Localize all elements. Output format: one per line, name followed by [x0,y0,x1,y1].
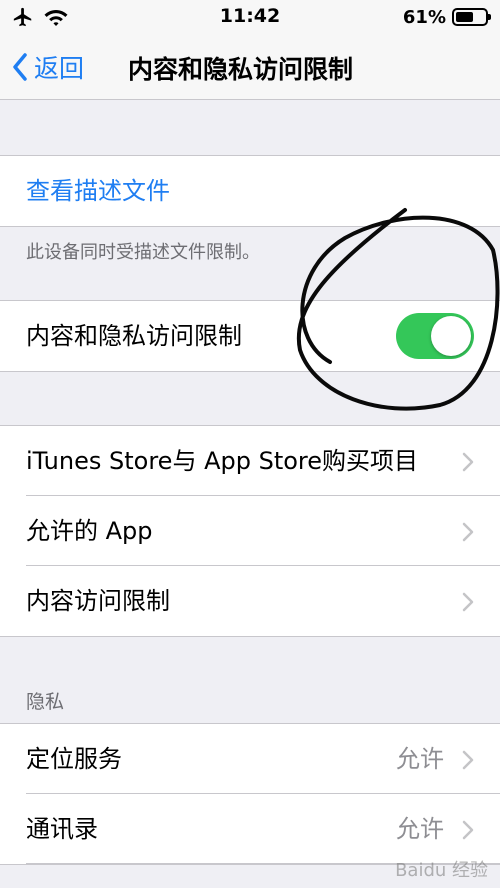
restrictions-group: iTunes Store与 App Store购买项目 允许的 App 内容访问… [0,425,500,637]
chevron-right-icon [462,820,474,840]
list-item-contacts[interactable]: 通讯录 允许 [0,794,500,864]
location-services-label: 定位服务 [26,745,122,773]
view-profile-link[interactable]: 查看描述文件 [26,156,170,226]
list-item-content-restrictions[interactable]: 内容访问限制 [0,566,500,636]
contacts-value: 允许 [396,815,444,843]
list-item-allowed-apps[interactable]: 允许的 App [0,496,500,566]
privacy-section-header: 隐私 [26,691,65,713]
contacts-label: 通讯录 [26,815,98,843]
content-restrictions-label: 内容访问限制 [26,587,170,615]
chevron-right-icon [462,750,474,770]
main-toggle-group: 内容和隐私访问限制 [0,300,500,372]
view-profile-row[interactable]: 查看描述文件 [0,156,500,226]
profile-footnote: 此设备同时受描述文件限制。 [26,242,260,263]
itunes-purchases-label: iTunes Store与 App Store购买项目 [26,447,419,475]
content-privacy-toggle[interactable] [396,313,474,359]
list-item-location-services[interactable]: 定位服务 允许 [0,724,500,794]
battery-icon [452,8,491,26]
battery-nub [488,14,491,20]
toggle-knob [431,316,471,356]
page-title: 内容和隐私访问限制 [128,55,354,84]
list-item-itunes-purchases[interactable]: iTunes Store与 App Store购买项目 [0,426,500,496]
status-bar: 11:42 61% [0,0,500,34]
content-privacy-label: 内容和隐私访问限制 [26,322,242,350]
chevron-right-icon [462,452,474,472]
profile-group: 查看描述文件 [0,155,500,227]
watermark: Baidu 经验 [395,860,488,881]
battery-fill [456,12,473,22]
chevron-left-icon [13,53,27,81]
status-right: 61% [402,6,491,28]
back-label: 返回 [34,54,85,83]
back-button[interactable]: 返回 [12,47,84,87]
privacy-group: 定位服务 允许 通讯录 允许 [0,723,500,865]
location-services-value: 允许 [396,745,444,773]
battery-percent: 61% [402,6,446,28]
navigation-bar: 返回 内容和隐私访问限制 [0,34,500,100]
allowed-apps-label: 允许的 App [26,517,153,545]
content-privacy-row: 内容和隐私访问限制 [0,301,500,371]
chevron-right-icon [462,522,474,542]
chevron-right-icon [462,592,474,612]
